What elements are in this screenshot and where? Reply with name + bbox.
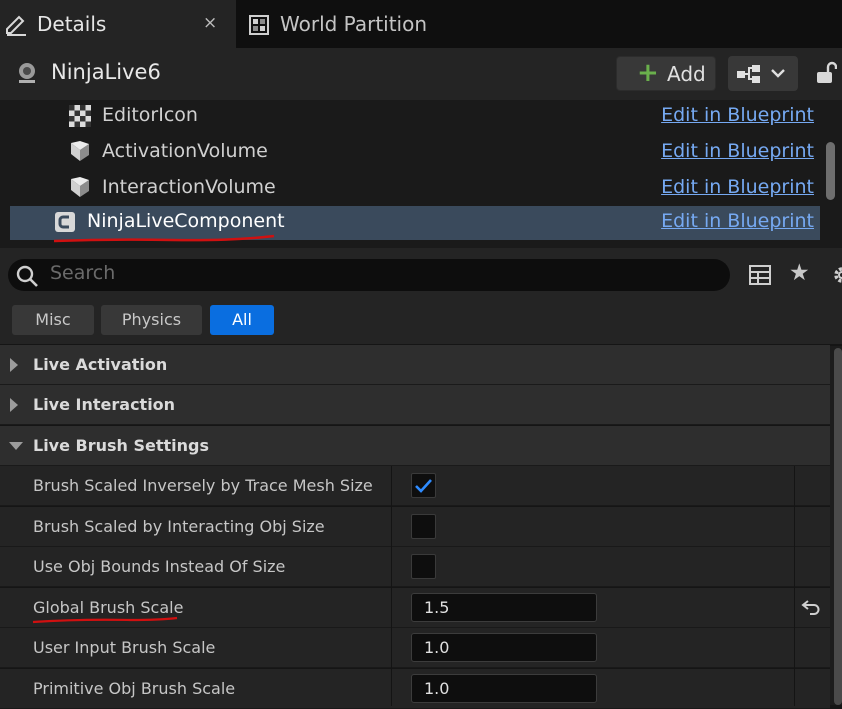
category-live-activation[interactable]: Live Activation (0, 345, 830, 385)
gear-icon[interactable] (825, 262, 842, 288)
property-row: Primitive Obj Brush Scale 1.0 (0, 669, 830, 709)
expand-arrow-icon (10, 358, 18, 372)
search-input[interactable] (8, 259, 730, 291)
property-checkbox[interactable] (411, 514, 436, 539)
expand-arrow-icon (10, 398, 18, 412)
volume-icon (71, 177, 89, 197)
pencil-icon (6, 15, 26, 36)
checker-icon (69, 105, 91, 127)
tab-world-partition-label: World Partition (280, 12, 428, 36)
edit-in-blueprint-link[interactable]: Edit in Blueprint (661, 210, 814, 232)
property-checkbox[interactable] (411, 554, 436, 579)
property-row: Brush Scaled by Interacting Obj Size (0, 507, 830, 547)
search-icon (16, 265, 38, 287)
category-label: Live Activation (33, 355, 168, 374)
category-live-brush-settings[interactable]: Live Brush Settings (0, 426, 830, 466)
tab-details[interactable]: Details × (0, 0, 236, 48)
filter-misc[interactable]: Misc (12, 305, 94, 335)
property-row: Brush Scaled Inversely by Trace Mesh Siz… (0, 466, 830, 506)
property-number-field[interactable]: 1.0 (411, 633, 597, 662)
table-view-icon[interactable] (748, 263, 772, 287)
column-divider (794, 466, 795, 706)
tree-scrollbar[interactable] (826, 142, 835, 200)
volume-icon (71, 141, 89, 161)
component-name: InteractionVolume (102, 176, 276, 198)
actor-icon (19, 63, 35, 83)
filter-all[interactable]: All (210, 305, 274, 335)
property-row: User Input Brush Scale 1.0 (0, 628, 830, 668)
category-label: Live Interaction (33, 395, 176, 414)
property-value: 1.0 (424, 638, 450, 657)
filter-physics[interactable]: Physics (101, 305, 202, 335)
component-name: ActivationVolume (102, 140, 268, 162)
component-tree: EditorIcon Edit in Blueprint ActivationV… (0, 100, 842, 248)
property-label: User Input Brush Scale (33, 638, 216, 657)
close-icon[interactable]: × (203, 13, 217, 33)
component-row[interactable]: EditorIcon Edit in Blueprint (10, 100, 820, 134)
plus-icon: + (637, 58, 659, 88)
actor-name: NinjaLive6 (51, 60, 161, 84)
property-label: Brush Scaled Inversely by Trace Mesh Siz… (33, 476, 373, 495)
hierarchy-icon (737, 65, 760, 83)
blueprint-options-button[interactable] (728, 56, 798, 91)
component-name: NinjaLiveComponent (87, 210, 285, 232)
tab-details-label: Details (37, 12, 107, 36)
category-label: Live Brush Settings (33, 436, 210, 455)
property-row: Use Obj Bounds Instead Of Size (0, 547, 830, 587)
property-number-field[interactable]: 1.5 (411, 593, 597, 622)
add-component-button[interactable]: + Add (616, 56, 716, 91)
star-icon[interactable]: ★ (789, 260, 810, 286)
unlock-icon[interactable] (815, 61, 837, 85)
component-icon (55, 212, 75, 232)
reset-to-default-icon[interactable] (801, 598, 821, 616)
annotation-underline (32, 616, 178, 624)
annotation-underline (53, 234, 275, 243)
property-label: Brush Scaled by Interacting Obj Size (33, 517, 325, 536)
property-value: 1.5 (424, 598, 450, 617)
property-value: 1.0 (424, 679, 450, 698)
component-row[interactable]: InteractionVolume Edit in Blueprint (10, 172, 820, 206)
grid-map-icon (249, 15, 269, 35)
edit-in-blueprint-link[interactable]: Edit in Blueprint (661, 140, 814, 162)
category-live-interaction[interactable]: Live Interaction (0, 385, 830, 425)
edit-in-blueprint-link[interactable]: Edit in Blueprint (661, 176, 814, 198)
collapse-arrow-icon (9, 442, 23, 450)
property-number-field[interactable]: 1.0 (411, 674, 597, 703)
column-divider[interactable] (391, 466, 392, 706)
edit-in-blueprint-link[interactable]: Edit in Blueprint (661, 104, 814, 126)
property-label: Use Obj Bounds Instead Of Size (33, 557, 286, 576)
checkmark-icon (415, 479, 432, 493)
component-name: EditorIcon (102, 104, 198, 126)
component-row[interactable]: ActivationVolume Edit in Blueprint (10, 136, 820, 170)
property-label: Primitive Obj Brush Scale (33, 679, 236, 698)
properties-scrollbar[interactable] (834, 348, 842, 705)
chevron-down-icon (771, 69, 785, 78)
tab-world-partition[interactable]: World Partition (240, 0, 440, 48)
add-button-label: Add (667, 62, 706, 86)
property-checkbox[interactable] (411, 473, 436, 498)
search-placeholder: Search (50, 262, 116, 284)
